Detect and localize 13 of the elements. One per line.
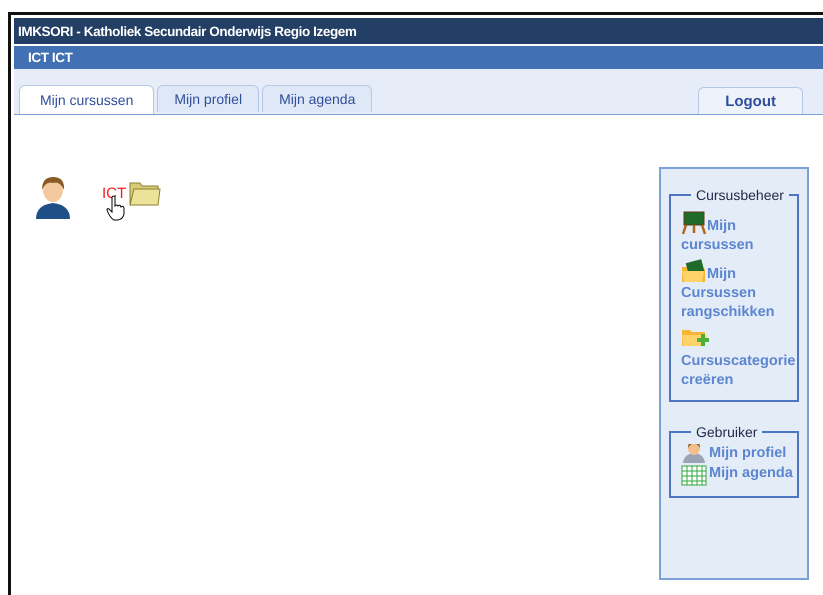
sidebar-link[interactable]: Cursuscategorie creëren — [681, 352, 797, 390]
sidebar-link[interactable]: Mijn cursussen — [681, 207, 797, 255]
user-name: ICT ICT — [28, 50, 72, 65]
tab[interactable]: Mijn agenda — [262, 85, 372, 112]
logout-button[interactable]: Logout — [698, 87, 803, 114]
tab[interactable]: Mijn cursussen — [19, 85, 154, 114]
site-title: IMKSORI - Katholiek Secundair Onderwijs Regio Izegem — [18, 24, 357, 38]
sidebar-link[interactable]: Mijn profiel — [681, 444, 797, 463]
section-title: Gebruiker — [695, 424, 758, 440]
sidebar-link[interactable]: Mijn Cursussen rangschikken — [681, 255, 797, 322]
section-title: Cursusbeheer — [695, 187, 785, 203]
sidebar-link[interactable]: Mijn agenda — [681, 464, 797, 483]
tab[interactable]: Mijn profiel — [157, 85, 260, 112]
